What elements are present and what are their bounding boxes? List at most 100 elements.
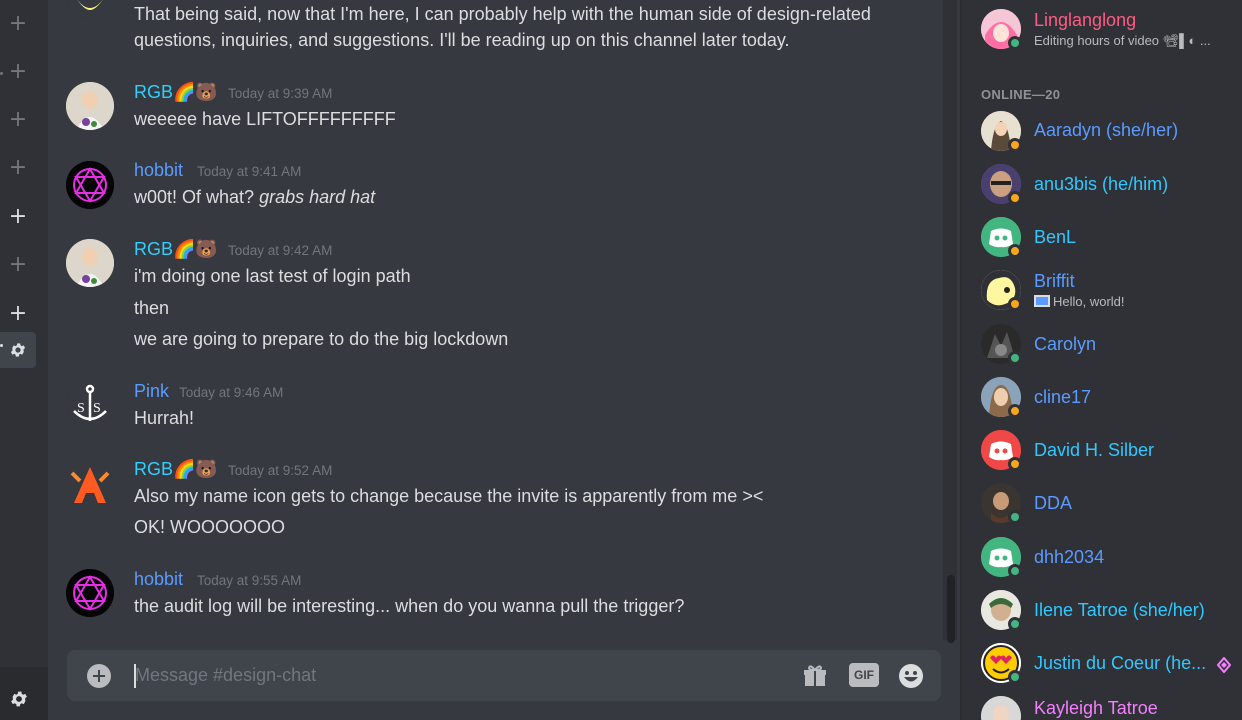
gift-icon[interactable] <box>801 662 829 690</box>
avatar[interactable] <box>66 569 114 617</box>
add-icon[interactable]: + <box>8 206 28 228</box>
avatar[interactable] <box>66 161 114 209</box>
avatar[interactable] <box>66 0 114 18</box>
scrollbar-thumb[interactable] <box>947 575 955 643</box>
member-list: Linglanglong Editing hours of video 📽▌◐ … <box>962 0 1242 720</box>
message-input[interactable]: Message #design-chat <box>135 665 316 686</box>
add-icon[interactable]: + <box>8 13 28 35</box>
message-timestamp: Today at 9:41 AM <box>197 164 302 179</box>
message-timestamp: Today at 9:55 AM <box>197 573 302 588</box>
status-idle-indicator <box>1008 404 1022 418</box>
message-text: then <box>134 298 170 318</box>
message-text: questions, inquiries, and suggestions. I… <box>134 30 790 50</box>
message-text: That being said, now that I'm here, I ca… <box>134 4 871 24</box>
member-name: BenL <box>1034 227 1077 247</box>
message-text: weeeee have LIFTOFFFFFFFFF <box>134 109 396 129</box>
member-name: David H. Silber <box>1034 440 1155 460</box>
member-item[interactable]: Linglanglong Editing hours of video 📽▌◐ … <box>981 9 1241 51</box>
member-activity: Hello, world! <box>1034 294 1125 309</box>
computer-icon <box>1034 295 1050 307</box>
status-idle-indicator <box>1008 191 1022 205</box>
status-idle-indicator <box>1008 297 1022 311</box>
gear-icon[interactable] <box>9 689 29 709</box>
member-item[interactable]: David H. Silber <box>981 430 1241 472</box>
member-name: dhh2034 <box>1034 547 1105 567</box>
message-timestamp: Today at 9:46 AM <box>179 385 284 400</box>
message-timestamp: Today at 9:39 AM <box>228 86 333 101</box>
member-item[interactable]: DDA <box>981 483 1241 525</box>
message-text: w00t! Of what? grabs hard hat <box>134 187 376 207</box>
member-item[interactable]: Ilene Tatroe (she/her) <box>981 590 1241 632</box>
member-name: cline17 <box>1034 387 1092 407</box>
gif-label: GIF <box>854 668 874 682</box>
avatar[interactable]: SS <box>66 381 114 429</box>
add-icon[interactable]: + <box>8 109 28 131</box>
add-icon[interactable]: + <box>8 61 28 83</box>
member-item[interactable]: Carolyn <box>981 324 1241 366</box>
member-name: Ilene Tatroe (she/her) <box>1034 600 1205 620</box>
status-online-indicator <box>1008 617 1022 631</box>
avatar <box>981 696 1021 720</box>
member-name: Aaradyn (she/her) <box>1034 120 1179 140</box>
member-name: Briffit <box>1034 271 1075 291</box>
scrollbar-track[interactable] <box>943 0 957 640</box>
nitro-boost-icon <box>1217 657 1231 673</box>
channel-settings-button[interactable] <box>0 332 36 368</box>
message-text: we are going to prepare to do the big lo… <box>134 329 509 349</box>
message-text: OK! WOOOOOOO <box>134 517 286 537</box>
member-item[interactable]: Briffit Hello, world! <box>981 270 1241 312</box>
member-activity: Editing hours of video 📽▌◐ ... <box>1034 33 1211 48</box>
status-idle-indicator <box>1008 457 1022 471</box>
status-online-indicator <box>1008 510 1022 524</box>
member-item[interactable]: anu3bis (he/him) <box>981 164 1241 206</box>
gear-icon <box>10 343 26 357</box>
rail-indicator <box>0 344 3 347</box>
message-text: i'm doing one last test of login path <box>134 266 411 286</box>
message-text: the audit log will be interesting... whe… <box>134 596 685 616</box>
server-rail: + + + + + + + <box>0 0 48 720</box>
message-timestamp: Today at 9:42 AM <box>228 243 333 258</box>
add-icon[interactable]: + <box>8 157 28 179</box>
message-author[interactable]: Pink <box>134 381 169 402</box>
member-item[interactable]: Aaradyn (she/her) <box>981 111 1241 153</box>
svg-text:S: S <box>93 401 101 416</box>
status-idle-indicator <box>1008 138 1022 152</box>
message-composer: Message #design-chat GIF <box>67 650 941 701</box>
member-item[interactable]: BenL <box>981 217 1241 259</box>
member-name: Linglanglong <box>1034 10 1137 30</box>
avatar[interactable] <box>66 239 114 287</box>
status-online-indicator <box>1008 36 1022 50</box>
message-timestamp: Today at 9:52 AM <box>228 463 333 478</box>
add-icon[interactable]: + <box>8 303 28 325</box>
online-section-header: ONLINE—20 <box>981 87 1061 102</box>
message-author[interactable]: hobbit <box>134 160 183 181</box>
member-item[interactable]: dhh2034 <box>981 537 1241 579</box>
avatar[interactable] <box>66 461 114 509</box>
upload-button[interactable] <box>87 664 111 688</box>
rail-dot <box>0 72 3 75</box>
add-icon[interactable]: + <box>8 254 28 276</box>
chat-area: That being said, now that I'm here, I ca… <box>48 0 960 720</box>
member-name: anu3bis (he/him) <box>1034 174 1169 194</box>
member-name: DDA <box>1034 493 1073 513</box>
message-author[interactable]: hobbit <box>134 569 183 590</box>
status-online-indicator <box>1008 351 1022 365</box>
svg-text:S: S <box>77 401 85 416</box>
message-author[interactable]: RGB🌈🐻 <box>134 82 218 103</box>
avatar[interactable] <box>66 82 114 130</box>
message-text: Also my name icon gets to change because… <box>134 486 764 506</box>
status-idle-indicator <box>1008 244 1022 258</box>
message-author[interactable]: RGB🌈🐻 <box>134 459 218 480</box>
member-item[interactable]: cline17 <box>981 377 1241 419</box>
gif-button[interactable]: GIF <box>849 663 879 687</box>
message-text: Hurrah! <box>134 408 195 428</box>
member-name: Justin du Coeur (he... <box>1034 653 1207 673</box>
member-name: Carolyn <box>1034 334 1097 354</box>
status-online-indicator <box>1008 564 1022 578</box>
member-item[interactable]: Kayleigh Tatroe <box>981 696 1241 720</box>
message-author[interactable]: RGB🌈🐻 <box>134 239 218 260</box>
emoji-icon[interactable] <box>897 662 925 690</box>
user-settings-area <box>0 667 48 720</box>
member-item[interactable]: Justin du Coeur (he... <box>981 643 1241 685</box>
status-online-indicator <box>1008 670 1022 684</box>
